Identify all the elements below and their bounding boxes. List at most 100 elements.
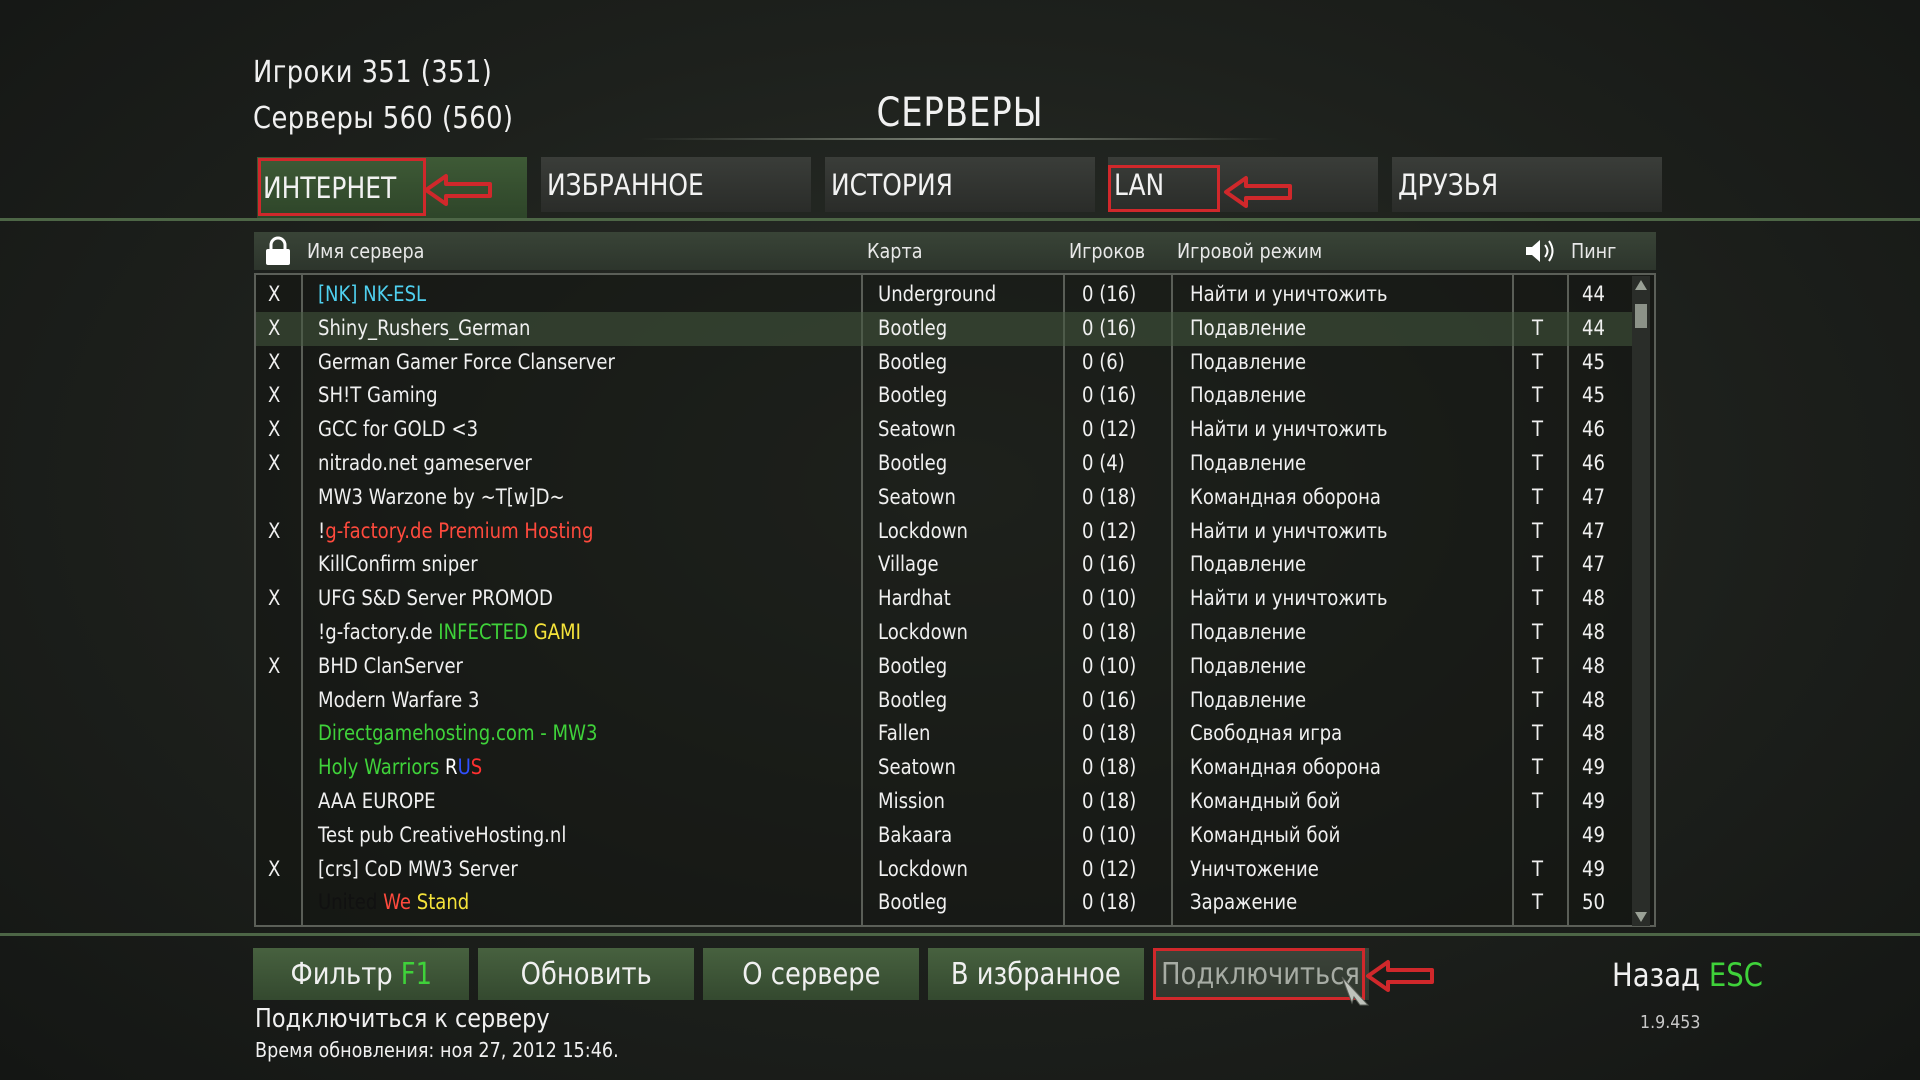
server-name-cell: [NK] NK-ESL [318,282,427,306]
ping-cell: 45 [1582,349,1605,374]
table-row[interactable]: Directgamehosting.com - MW3 Fallen 0 (18) С… [256,717,1636,751]
game-mode-cell: Подавление [1190,653,1307,678]
tab-friends[interactable]: ДРУЗЬЯ [1392,157,1662,212]
map-cell: Bootleg [878,383,948,408]
table-row[interactable]: United We Stand Bootleg 0 (18) Заражение T 50 [256,886,1636,920]
scroll-up-arrow-icon[interactable] [1635,280,1647,290]
players-cell: 0 (18) [1082,890,1137,915]
server-name-cell: !g-factory.de INFECTED GAMI [318,619,581,644]
game-mode-cell: Найти и уничтожить [1190,417,1388,442]
back-button[interactable]: Назад ESC [1612,956,1763,994]
table-row[interactable]: X BHD ClanServer Bootleg 0 (10) Подавление T 4… [256,650,1636,684]
server-name-cell: Shiny_Rushers_German [318,315,531,340]
map-cell: Bakaara [878,822,953,847]
players-cell: 0 (18) [1082,788,1137,813]
server-name-cell: Holy Warriors RUS [318,755,483,780]
table-row[interactable]: !g-factory.de INFECTED GAMI Lockdown 0 (18… [256,616,1636,650]
speaker-icon[interactable] [1524,237,1558,265]
map-cell: Bootleg [878,890,948,915]
table-row[interactable]: X [NK] NK-ESL Underground 0 (16) Найти и уни… [256,278,1636,312]
table-row[interactable]: AAA EUROPE Mission 0 (18) Командный бой T 49 [256,785,1636,819]
lock-cell: X [268,315,281,340]
table-row[interactable]: X GCC for GOLD <3 Seatown 0 (12) Найти и уни… [256,413,1636,447]
lock-icon[interactable] [264,236,292,266]
server-name-cell: Directgamehosting.com - MW3 [318,721,598,746]
server-rows: X [NK] NK-ESL Underground 0 (16) Найти и уни… [256,278,1636,920]
game-mode-cell: Найти и уничтожить [1190,518,1388,543]
add-favorite-button[interactable]: В избранное [928,948,1144,1000]
table-row[interactable]: Holy Warriors RUS Seatown 0 (18) Командная … [256,751,1636,785]
game-mode-cell: Командная оборона [1190,484,1381,509]
scroll-down-arrow-icon[interactable] [1635,912,1647,922]
table-row[interactable]: X [crs] CoD MW3 Server Lockdown 0 (12) Уничт… [256,853,1636,887]
lock-cell: X [268,856,281,881]
map-cell: Underground [878,282,997,306]
column-ping[interactable]: Пинг [1571,232,1623,270]
table-row[interactable]: Xnitrado.net gameserver Bootleg 0 (4) Подав… [256,447,1636,481]
highlight-box [1153,948,1365,1000]
voice-cell: T [1532,518,1544,543]
table-row[interactable]: MW3 Warzone by ~T[w]D~ Seatown 0 (18) Коман… [256,481,1636,515]
table-row[interactable]: KillConfirm sniper Village 0 (16) Подавлени… [256,548,1636,582]
players-cell: 0 (10) [1082,653,1137,678]
table-row[interactable]: Modern Warfare 3 Bootleg 0 (16) Подавление T… [256,684,1636,718]
filter-label: Фильтр [290,956,401,992]
map-cell: Bootleg [878,315,948,340]
column-server-name[interactable]: Имя сервера [307,232,440,270]
players-cell: 0 (12) [1082,518,1137,543]
filter-button[interactable]: Фильтр F1 [253,948,469,1000]
voice-cell: T [1532,450,1544,475]
server-info-button[interactable]: О сервере [703,948,919,1000]
map-cell: Bootleg [878,687,948,712]
players-cell: 0 (16) [1082,687,1137,712]
column-game-mode[interactable]: Игровой режим [1177,232,1342,270]
server-name-cell: SH!T Gaming [318,383,438,408]
server-name-cell: GCC for GOLD <3 [318,417,479,442]
voice-cell: T [1532,755,1544,780]
players-cell: 0 (6) [1082,349,1125,374]
red-arrow-icon [1366,960,1434,992]
ping-cell: 49 [1582,856,1605,881]
server-name-cell: United We Stand [318,890,470,915]
filter-key: F1 [400,956,432,992]
lock-cell: X [268,349,281,374]
map-cell: Seatown [878,417,956,442]
ping-cell: 46 [1582,450,1605,475]
players-cell: 0 (18) [1082,721,1137,746]
ping-cell: 46 [1582,417,1605,442]
table-row[interactable]: X UFG S&D Server PROMOD Hardhat 0 (10) Найти… [256,582,1636,616]
game-mode-cell: Командный бой [1190,788,1341,813]
column-players[interactable]: Игроков [1069,232,1156,270]
server-name-cell: !g-factory.de Premium Hosting [318,518,594,543]
ping-cell: 50 [1582,890,1605,915]
refresh-button[interactable]: Обновить [478,948,694,1000]
ping-cell: 48 [1582,687,1605,712]
voice-cell: T [1532,383,1544,408]
table-row[interactable]: X German Gamer Force Clanserver Bootleg 0 (… [256,346,1636,380]
map-cell: Lockdown [878,856,968,881]
column-map[interactable]: Карта [867,232,930,270]
server-name-cell: Test pub CreativeHosting.nl [318,822,567,847]
ping-cell: 48 [1582,721,1605,746]
map-cell: Village [878,552,939,577]
divider [0,218,1920,221]
scrollbar[interactable] [1632,276,1650,926]
players-cell: 0 (16) [1082,383,1137,408]
ping-cell: 49 [1582,755,1605,780]
table-row[interactable]: X !g-factory.de Premium Hosting Lockdown 0 … [256,515,1636,549]
table-row[interactable]: X Shiny_Rushers_German Bootleg 0 (16) Подавл… [256,311,1636,346]
lock-cell: X [268,450,281,475]
voice-cell: T [1532,315,1544,340]
servers-count: Серверы 560 (560) [253,101,514,136]
table-row[interactable]: X SH!T Gaming Bootleg 0 (16) Подавление T 45 [256,379,1636,413]
divider [0,933,1920,936]
table-row[interactable]: Test pub CreativeHosting.nl Bakaara 0 (10)… [256,819,1636,853]
tab-favorites[interactable]: ИЗБРАННОЕ [541,157,811,212]
map-cell: Lockdown [878,518,968,543]
scrollbar-thumb[interactable] [1635,304,1647,328]
lock-cell: X [268,653,281,678]
tab-history[interactable]: ИСТОРИЯ [825,157,1095,212]
server-name-cell: BHD ClanServer [318,653,463,678]
server-name-cell: nitrado.net gameserver [318,450,532,475]
players-cell: 0 (18) [1082,619,1137,644]
